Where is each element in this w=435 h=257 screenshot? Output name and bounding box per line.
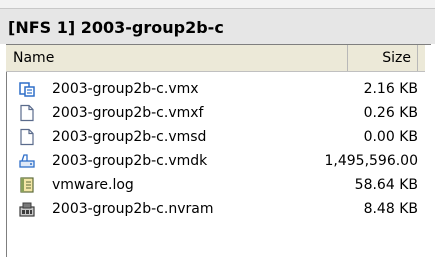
file-size: 0.26 KB: [363, 105, 418, 121]
file-name: 2003-group2b-c.vmxf: [52, 105, 204, 121]
log-file-icon: [18, 176, 36, 194]
folder-title: [NFS 1] 2003-group2b-c: [8, 18, 224, 37]
file-row[interactable]: 2003-group2b-c.vmxf 0.26 KB: [6, 102, 425, 125]
window-top-strip: [0, 0, 435, 8]
file-name: 2003-group2b-c.vmdk: [52, 153, 208, 169]
column-header-filler: [418, 45, 425, 71]
file-size: 8.48 KB: [363, 201, 418, 217]
file-size: 1,495,596.00: [324, 153, 418, 169]
file-row[interactable]: 2003-group2b-c.vmx 2.16 KB: [6, 78, 425, 101]
column-header-name[interactable]: Name: [6, 45, 348, 71]
vm-config-icon: [18, 80, 36, 98]
file-name: 2003-group2b-c.nvram: [52, 201, 214, 217]
column-header-size-label: Size: [382, 50, 411, 66]
column-header-row: Name Size: [6, 45, 425, 72]
file-name: 2003-group2b-c.vmsd: [52, 129, 207, 145]
file-row[interactable]: 2003-group2b-c.nvram 8.48 KB: [6, 198, 425, 221]
file-row[interactable]: 2003-group2b-c.vmsd 0.00 KB: [6, 126, 425, 149]
file-size: 2.16 KB: [363, 81, 418, 97]
datastore-browser-window: [NFS 1] 2003-group2b-c Name Size 2003-gr…: [0, 0, 435, 257]
column-header-name-label: Name: [13, 50, 55, 66]
file-name: 2003-group2b-c.vmx: [52, 81, 199, 97]
file-name: vmware.log: [52, 177, 134, 193]
blank-file-icon: [18, 128, 36, 146]
blank-file-icon: [18, 104, 36, 122]
file-size: 58.64 KB: [354, 177, 418, 193]
file-size: 0.00 KB: [363, 129, 418, 145]
nvram-icon: [18, 200, 36, 218]
title-bar: [NFS 1] 2003-group2b-c: [0, 8, 435, 44]
file-row[interactable]: 2003-group2b-c.vmdk 1,495,596.00: [6, 150, 425, 173]
file-row[interactable]: vmware.log 58.64 KB: [6, 174, 425, 197]
virtual-disk-icon: [18, 152, 36, 170]
column-header-size[interactable]: Size: [348, 45, 418, 71]
